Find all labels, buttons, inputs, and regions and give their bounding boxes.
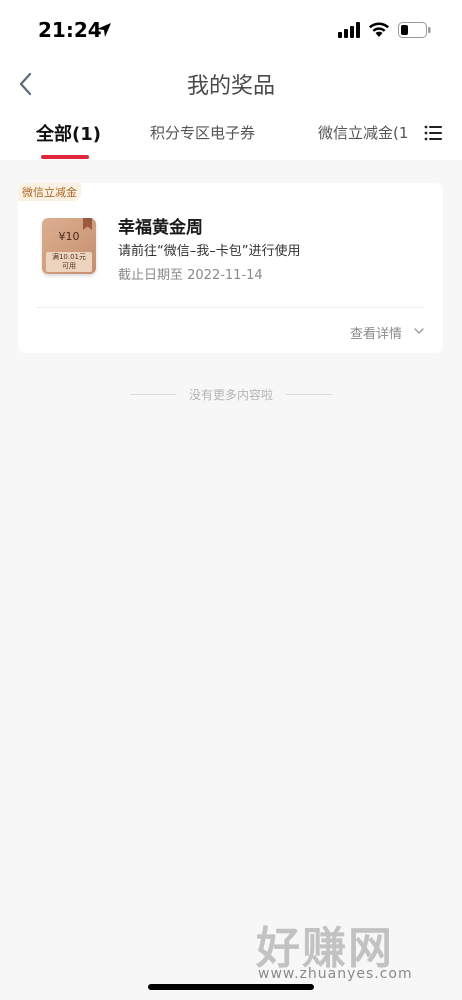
prize-type-tag: 微信立减金 bbox=[18, 183, 81, 201]
coupon-condition-line2: 可用 bbox=[62, 262, 76, 270]
watermark-url: www.zhuanyes.com bbox=[258, 966, 413, 982]
active-tab-indicator bbox=[41, 155, 89, 159]
tab-wechat-discount[interactable]: 微信立减金(1 bbox=[318, 122, 412, 143]
page-title: 我的奖品 bbox=[186, 74, 275, 99]
card-divider bbox=[36, 307, 425, 308]
home-indicator[interactable] bbox=[148, 984, 314, 990]
tab-all[interactable]: 全部(1) bbox=[36, 120, 101, 146]
status-bar: 21:24 bbox=[0, 0, 462, 62]
coupon-condition: 满10.01元 可用 bbox=[46, 252, 92, 272]
chevron-down-icon[interactable] bbox=[414, 326, 424, 336]
prize-expiry: 截止日期至 2022-11-14 bbox=[118, 268, 263, 283]
tab-points-coupons[interactable]: 积分专区电子券 bbox=[150, 122, 255, 143]
list-menu-icon[interactable] bbox=[424, 124, 442, 142]
view-details-link[interactable]: 查看详情 bbox=[350, 323, 402, 342]
prize-card[interactable]: 微信立减金 ¥10 满10.01元 可用 幸福黄金周 请前往“微信–我–卡包”进… bbox=[18, 183, 443, 353]
list-end-indicator: 没有更多内容啦 bbox=[130, 384, 332, 404]
divider-line-right bbox=[286, 394, 332, 395]
coupon-thumbnail: ¥10 满10.01元 可用 bbox=[42, 218, 96, 274]
coupon-value: ¥10 bbox=[58, 230, 80, 243]
divider-line-left bbox=[130, 394, 176, 395]
prize-name: 幸福黄金周 bbox=[118, 218, 203, 238]
list-end-text: 没有更多内容啦 bbox=[188, 388, 273, 402]
coupon-condition-line1: 满10.01元 bbox=[51, 253, 87, 261]
cellular-signal-icon bbox=[338, 22, 360, 38]
location-arrow-icon bbox=[97, 23, 111, 37]
bookmark-icon bbox=[83, 218, 92, 230]
battery-icon bbox=[398, 22, 431, 38]
prize-description: 请前往“微信–我–卡包”进行使用 bbox=[118, 244, 301, 259]
wifi-icon bbox=[369, 22, 389, 37]
status-time: 21:24 bbox=[38, 18, 102, 42]
